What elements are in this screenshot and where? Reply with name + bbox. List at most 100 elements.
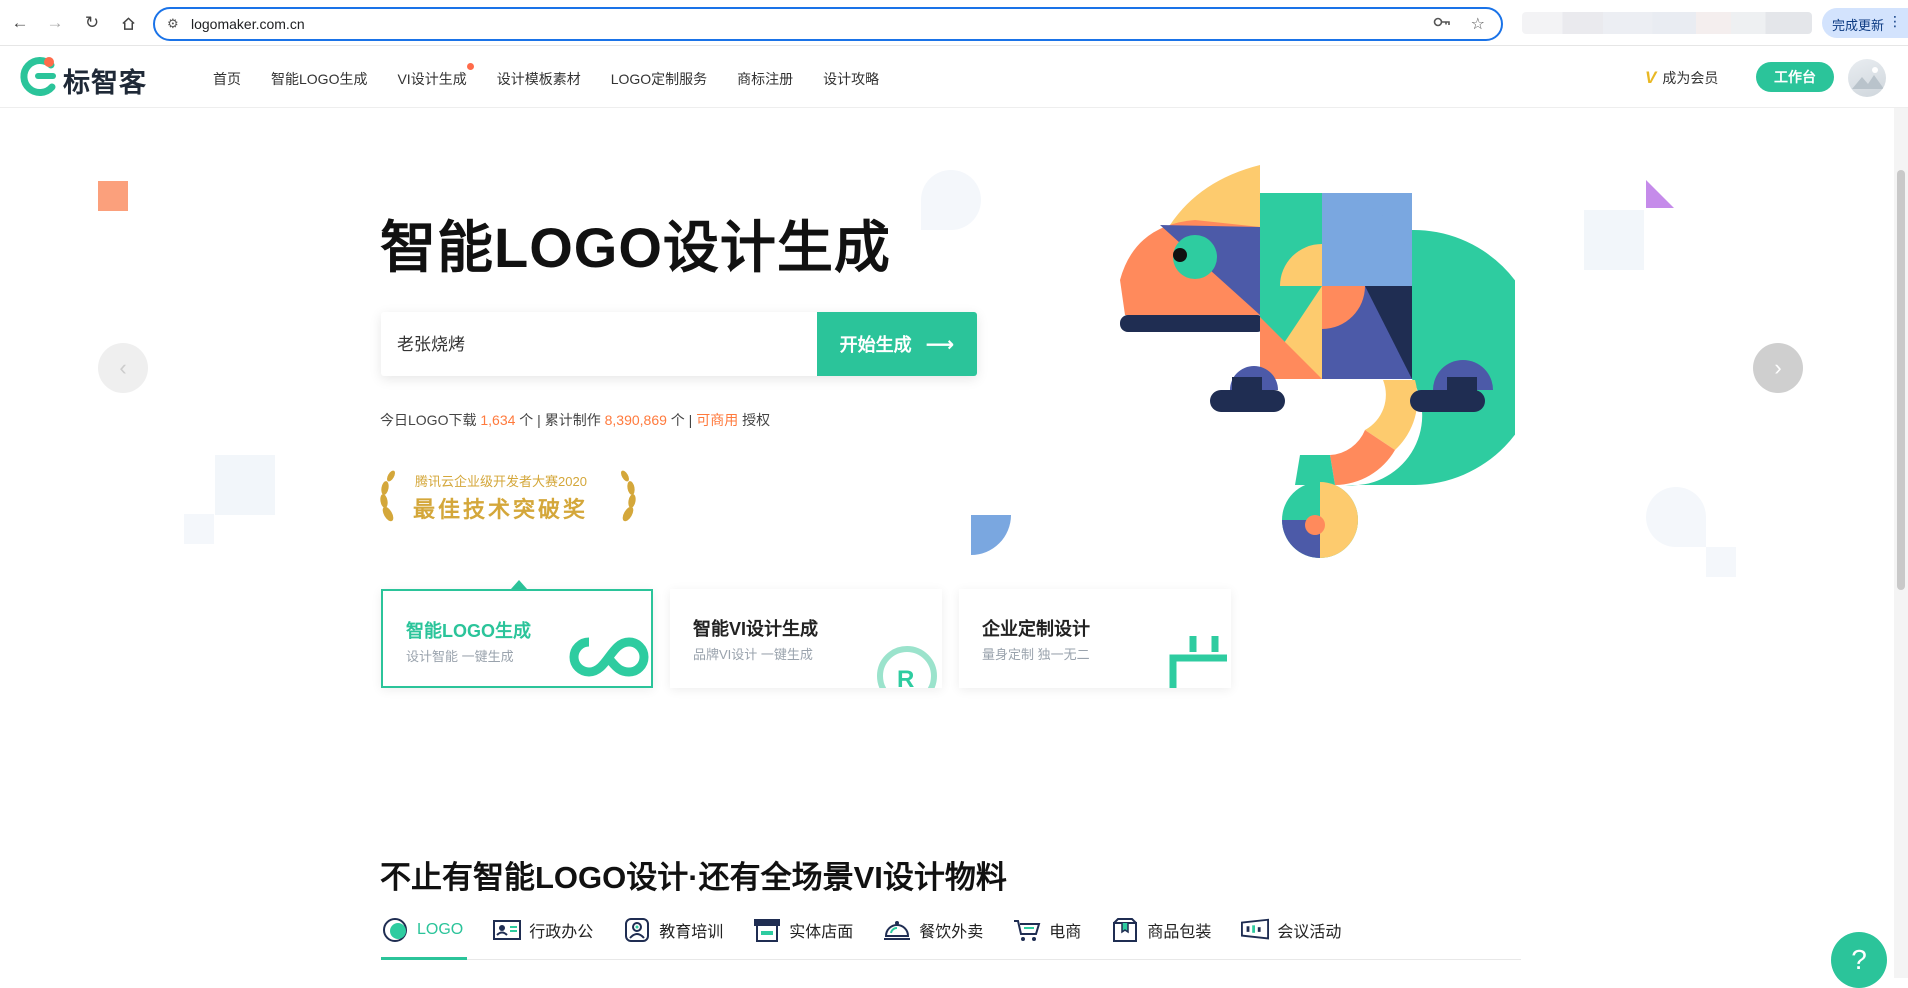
tab-label: 实体店面 (789, 924, 854, 941)
scrollbar-thumb[interactable] (1897, 170, 1905, 590)
active-tab-underline (381, 957, 467, 960)
decor-square-orange (98, 181, 128, 211)
teacher-icon (623, 917, 651, 943)
chameleon-illustration (1120, 165, 1515, 558)
bookmark-star-icon[interactable]: ☆ (1471, 14, 1485, 34)
carousel-prev-button[interactable]: ‹ (98, 343, 148, 393)
search-box: 开始生成 ⟶ (381, 312, 977, 376)
nav-custom-service[interactable]: LOGO定制服务 (611, 69, 707, 89)
card-title: 智能VI设计生成 (693, 619, 819, 639)
decor-quarter-blue (971, 515, 1011, 555)
tab-events[interactable]: 会议活动 (1241, 914, 1341, 946)
package-icon (1111, 917, 1139, 943)
registered-mark-icon: R (877, 646, 937, 688)
back-icon[interactable]: ← (8, 11, 32, 35)
tab-label: 会议活动 (1277, 924, 1342, 941)
award-line1: 腾讯云企业级开发者大赛2020 (415, 474, 587, 489)
card-custom-design[interactable]: 企业定制设计 量身定制 独一无二 (959, 589, 1231, 688)
total-count: 8,390,869 (604, 412, 667, 428)
help-button[interactable]: ? (1831, 932, 1887, 988)
custom-design-icon (1169, 636, 1227, 688)
browser-toolbar: ← → ↻ ⚙ logomaker.com.cn ☆ 完成更新 ⋮ (0, 0, 1908, 46)
hero-title: 智能LOGO设计生成 (380, 216, 891, 279)
forward-icon[interactable]: → (43, 11, 67, 35)
tab-packaging[interactable]: 商品包装 (1111, 914, 1211, 946)
generate-button[interactable]: 开始生成 ⟶ (817, 312, 977, 376)
food-cloche-icon (883, 917, 911, 943)
workbench-button[interactable]: 工作台 (1756, 62, 1834, 92)
nav-vi-generate[interactable]: VI设计生成 (397, 63, 474, 89)
main-nav: 首页 智能LOGO生成 VI设计生成 设计模板素材 LOGO定制服务 商标注册 … (213, 63, 909, 89)
logo-icon (381, 917, 409, 943)
commercial-link[interactable]: 可商用 (696, 412, 738, 428)
decor-square-light-small (184, 514, 214, 544)
site-settings-icon[interactable]: ⚙ (167, 16, 179, 32)
banner-icon (1241, 917, 1270, 943)
decor-square-light (215, 455, 275, 515)
tab-ecommerce[interactable]: 电商 (1013, 914, 1081, 946)
card-subtitle: 量身定制 独一无二 (982, 647, 1090, 662)
card-logo-generate[interactable]: 智能LOGO生成 设计智能 一键生成 (381, 589, 653, 688)
infinity-icon (569, 637, 649, 677)
stats-line: 今日LOGO下载 1,634 个 | 累计制作 8,390,869 个 | 可商… (380, 410, 770, 430)
generate-label: 开始生成 (839, 335, 912, 355)
stats-unit-1: 个 | 累计制作 (519, 412, 601, 428)
card-subtitle: 品牌VI设计 一键生成 (693, 647, 813, 662)
extensions-area[interactable] (1522, 12, 1812, 34)
today-count: 1,634 (480, 412, 516, 428)
home-icon[interactable] (116, 11, 140, 35)
tab-label: 教育培训 (659, 924, 724, 941)
tab-storefront[interactable]: 实体店面 (753, 914, 853, 946)
stats-prefix: 今日LOGO下载 (380, 412, 477, 428)
card-subtitle: 设计智能 一键生成 (406, 649, 514, 664)
decor-triangle-purple (1646, 180, 1674, 208)
tab-label: 商品包装 (1147, 924, 1212, 941)
nav-guides[interactable]: 设计攻略 (823, 69, 879, 89)
nav-vi-label: VI设计生成 (397, 71, 467, 87)
tab-education[interactable]: 教育培训 (623, 914, 723, 946)
nav-trademark[interactable]: 商标注册 (737, 69, 793, 89)
more-menu-icon[interactable]: ⋮ (1888, 13, 1902, 30)
brand-logo-icon[interactable] (18, 55, 58, 97)
update-label: 完成更新 (1832, 18, 1885, 33)
vip-link[interactable]: V 成为会员 (1645, 68, 1718, 88)
cart-icon (1013, 917, 1041, 943)
avatar[interactable] (1848, 59, 1886, 97)
stats-suffix: 授权 (742, 412, 771, 428)
url-text[interactable]: logomaker.com.cn (191, 16, 305, 32)
id-card-icon (493, 917, 522, 943)
storefront-icon (753, 917, 781, 943)
tab-logo[interactable]: LOGO (381, 914, 463, 946)
tab-food[interactable]: 餐饮外卖 (883, 914, 983, 946)
carousel-next-button[interactable]: › (1753, 343, 1803, 393)
tab-label: 电商 (1049, 924, 1082, 941)
award-badge: 腾讯云企业级开发者大赛2020 最佳技术突破奖 (378, 464, 638, 528)
key-icon[interactable] (1433, 15, 1451, 33)
active-card-pointer (511, 580, 527, 589)
decor-square-right (1584, 210, 1644, 270)
tab-office[interactable]: 行政办公 (493, 914, 593, 946)
stats-unit-2: 个 | (670, 412, 693, 428)
update-button[interactable]: 完成更新 ⋮ (1822, 8, 1908, 38)
award-line2: 最佳技术突破奖 (413, 497, 589, 522)
reload-icon[interactable]: ↻ (80, 11, 104, 35)
section-title: 不止有智能LOGO设计·还有全场景VI设计物料 (380, 860, 1007, 895)
tab-label: 行政办公 (529, 924, 594, 941)
vip-label: 成为会员 (1662, 70, 1719, 86)
vip-icon: V (1645, 68, 1657, 87)
new-dot-badge (466, 63, 474, 70)
decor-square-right-small (1706, 547, 1736, 577)
category-tabs: LOGO 行政办公 教育培训 实体店面 餐饮外卖 电商 商品包装 会议活动 (381, 914, 1521, 960)
address-bar[interactable]: ⚙ logomaker.com.cn ☆ (153, 7, 1503, 41)
brand-name-input[interactable] (397, 332, 837, 352)
arrow-right-icon: ⟶ (925, 333, 955, 356)
card-title: 企业定制设计 (982, 619, 1090, 639)
nav-templates[interactable]: 设计模板素材 (497, 69, 581, 89)
svg-text:R: R (897, 666, 914, 688)
decor-blob (921, 170, 981, 230)
nav-home[interactable]: 首页 (213, 69, 241, 89)
brand-name[interactable]: 标智客 (63, 61, 147, 100)
nav-logo-generate[interactable]: 智能LOGO生成 (271, 69, 367, 89)
card-vi-generate[interactable]: 智能VI设计生成 品牌VI设计 一键生成 R (670, 589, 942, 688)
tab-label: LOGO (417, 921, 464, 938)
